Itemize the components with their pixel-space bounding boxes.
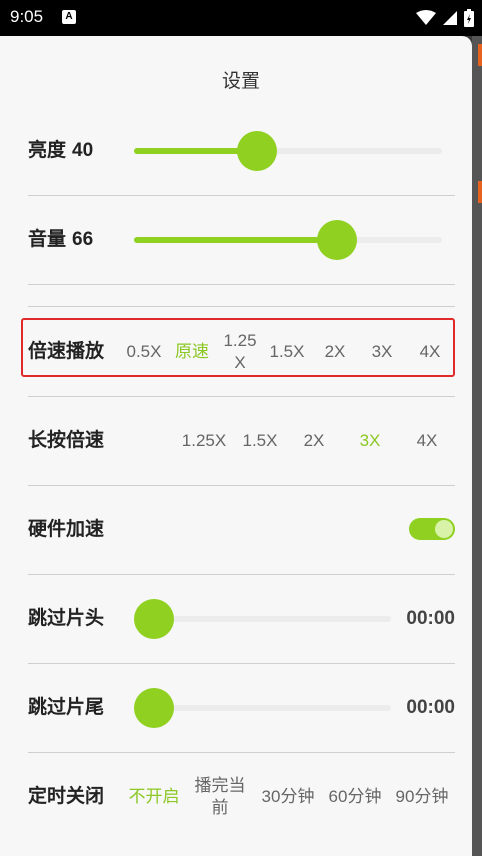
skip-outro-slider[interactable] xyxy=(134,688,391,728)
volume-label: 音量 xyxy=(28,229,67,250)
long-press-option-4x[interactable]: 4X xyxy=(403,396,451,485)
volume-row: 音量 66 xyxy=(28,195,455,285)
volume-slider-fill xyxy=(134,237,338,243)
long-press-option-2x[interactable]: 2X xyxy=(290,396,338,485)
sleep-timer-option-90min[interactable]: 90分钟 xyxy=(390,752,454,841)
sleep-timer-label: 定时关闭 xyxy=(28,786,105,807)
signal-icon xyxy=(443,11,457,25)
long-press-speed-row: 长按倍速 1.25X 1.5X 2X 3X 4X xyxy=(28,396,455,486)
sleep-timer-option-off[interactable]: 不开启 xyxy=(124,752,184,841)
playback-speed-highlight-box xyxy=(21,318,455,377)
brightness-value: 40 xyxy=(72,140,94,161)
brightness-slider-thumb[interactable] xyxy=(237,131,278,171)
long-press-option-1.25x[interactable]: 1.25X xyxy=(176,396,232,485)
hardware-accel-toggle[interactable] xyxy=(409,518,455,540)
skip-intro-label: 跳过片头 xyxy=(28,608,105,629)
skip-outro-slider-thumb[interactable] xyxy=(134,688,174,728)
brightness-label: 亮度 xyxy=(28,140,67,161)
notification-a-icon: A xyxy=(62,10,76,24)
panel-title: 设置 xyxy=(221,71,260,92)
status-icons xyxy=(416,8,474,28)
sleep-timer-option-60min[interactable]: 60分钟 xyxy=(324,752,386,841)
settings-panel: 设置 亮度 40 音量 66 倍速播放 0.5X 原速 1.25 X 1.5X 2X… xyxy=(0,36,472,856)
long-press-option-3x[interactable]: 3X xyxy=(346,396,394,485)
volume-slider[interactable] xyxy=(134,220,442,260)
skip-intro-slider[interactable] xyxy=(134,599,391,639)
wifi-icon xyxy=(416,10,436,25)
skip-intro-row: 跳过片头 00:00 xyxy=(28,574,455,664)
skip-intro-time: 00:00 xyxy=(406,608,455,629)
hardware-accel-label: 硬件加速 xyxy=(28,519,105,540)
status-time: 9:05 xyxy=(10,7,44,26)
long-press-option-1.5x[interactable]: 1.5X xyxy=(236,396,284,485)
toggle-knob xyxy=(435,520,453,538)
skip-intro-slider-thumb[interactable] xyxy=(134,599,174,639)
skip-outro-row: 跳过片尾 00:00 xyxy=(28,663,455,753)
skip-outro-time: 00:00 xyxy=(406,697,455,718)
hardware-accel-row: 硬件加速 xyxy=(28,485,455,575)
brightness-slider[interactable] xyxy=(134,131,442,171)
sleep-timer-option-30min[interactable]: 30分钟 xyxy=(256,752,320,841)
brightness-row: 亮度 40 xyxy=(28,106,455,196)
sleep-timer-row: 定时关闭 不开启 播完当 前 30分钟 60分钟 90分钟 xyxy=(28,752,455,841)
volume-value: 66 xyxy=(72,229,94,250)
background-app-edge xyxy=(472,36,482,856)
status-bar: 9:05 A xyxy=(0,0,482,36)
skip-outro-label: 跳过片尾 xyxy=(28,697,105,718)
volume-slider-thumb[interactable] xyxy=(317,220,358,260)
section-divider xyxy=(28,284,455,307)
sleep-timer-option-after-current[interactable]: 播完当 前 xyxy=(190,752,250,841)
long-press-speed-label: 长按倍速 xyxy=(28,430,105,451)
battery-icon xyxy=(464,9,474,27)
